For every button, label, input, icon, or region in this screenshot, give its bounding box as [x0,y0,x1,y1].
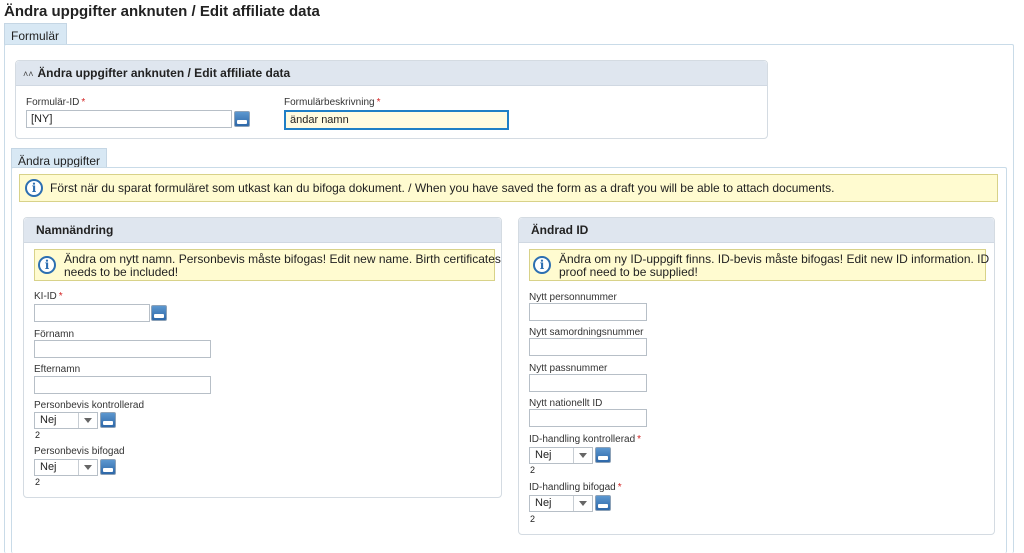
id-change-header: Ändrad ID [519,218,994,243]
national-id-label: Nytt nationellt ID [529,398,603,409]
id-change-title: Ändrad ID [531,223,589,237]
form-panel-title: Ändra uppgifter anknuten / Edit affiliat… [37,66,291,80]
cert-checked-lookup-icon[interactable] [100,412,116,428]
id-attached-value: Nej [530,496,574,511]
last-name-input[interactable] [34,376,211,394]
cert-checked-count: 2 [35,430,41,440]
ki-id-label: KI-ID * [34,291,63,302]
chevron-up-icon[interactable]: ˄˄ [23,69,34,79]
description-label: Formulärbeskrivning * [284,97,381,108]
page-title: Ändra uppgifter anknuten / Edit affiliat… [4,3,320,20]
id-checked-count: 2 [530,465,536,475]
info-icon: i [38,256,56,274]
last-name-label: Efternamn [34,364,81,375]
id-change-info-text: Ändra om ny ID-uppgift finns. ID-bevis m… [559,252,990,279]
cert-checked-label: Personbevis kontrollerad [34,400,145,411]
id-change-panel: Ändrad ID i Ändra om ny ID-uppgift finns… [518,217,995,535]
cert-attached-count: 2 [35,477,41,487]
cert-checked-select[interactable]: Nej [34,412,98,429]
id-checked-label: ID-handling kontrollerad * [529,434,642,445]
id-attached-count: 2 [530,514,536,524]
cert-attached-select[interactable]: Nej [34,459,98,476]
id-change-info: i Ändra om ny ID-uppgift finns. ID-bevis… [529,249,990,281]
name-change-info-text: Ändra om nytt namn. Personbevis måste bi… [64,252,501,279]
cert-attached-value: Nej [35,460,79,475]
chevron-down-icon[interactable] [574,448,592,463]
pass-label: Nytt passnummer [529,363,608,374]
name-change-title: Namnändring [36,223,114,237]
cert-attached-lookup-icon[interactable] [100,459,116,475]
national-id-input[interactable] [529,409,647,427]
name-change-info: i Ändra om nytt namn. Personbevis måste … [34,249,501,281]
personnummer-label: Nytt personnummer [529,292,617,303]
tab-formular-label: Formulär [11,29,60,43]
draft-info-banner: i Först när du sparat formuläret som utk… [19,174,998,202]
ki-id-lookup-icon[interactable] [151,305,167,321]
id-checked-select[interactable]: Nej [529,447,593,464]
name-change-panel: Namnändring i Ändra om nytt namn. Person… [23,217,502,498]
form-id-label: Formulär-ID * [26,97,86,108]
personnummer-input[interactable] [529,303,647,321]
pass-input[interactable] [529,374,647,392]
id-attached-label: ID-handling bifogad * [529,482,622,493]
id-attached-lookup-icon[interactable] [595,495,611,511]
form-panel: ˄˄ Ändra uppgifter anknuten / Edit affili… [15,60,768,139]
first-name-label: Förnamn [34,329,75,340]
id-checked-value: Nej [530,448,574,463]
id-checked-lookup-icon[interactable] [595,447,611,463]
tab-formular[interactable]: Formulär [4,23,67,45]
chevron-down-icon[interactable] [79,460,97,475]
tab-andra-uppgifter[interactable]: Ändra uppgifter [11,148,107,169]
description-input[interactable] [284,110,509,130]
form-id-lookup-icon[interactable] [234,111,250,127]
form-id-input[interactable] [26,110,232,128]
cert-checked-value: Nej [35,413,79,428]
ki-id-input[interactable] [34,304,150,322]
name-change-header: Namnändring [24,218,501,243]
samordning-input[interactable] [529,338,647,356]
info-icon: i [25,179,43,197]
draft-info-text: Först när du sparat formuläret som utkas… [50,181,835,195]
chevron-down-icon[interactable] [79,413,97,428]
id-attached-select[interactable]: Nej [529,495,593,512]
samordning-label: Nytt samordningsnummer [529,327,644,338]
first-name-input[interactable] [34,340,211,358]
info-icon: i [533,256,551,274]
cert-attached-label: Personbevis bifogad [34,446,125,457]
form-panel-header[interactable]: ˄˄ Ändra uppgifter anknuten / Edit affili… [16,61,767,86]
chevron-down-icon[interactable] [574,496,592,511]
tab-andra-uppgifter-label: Ändra uppgifter [18,154,101,168]
